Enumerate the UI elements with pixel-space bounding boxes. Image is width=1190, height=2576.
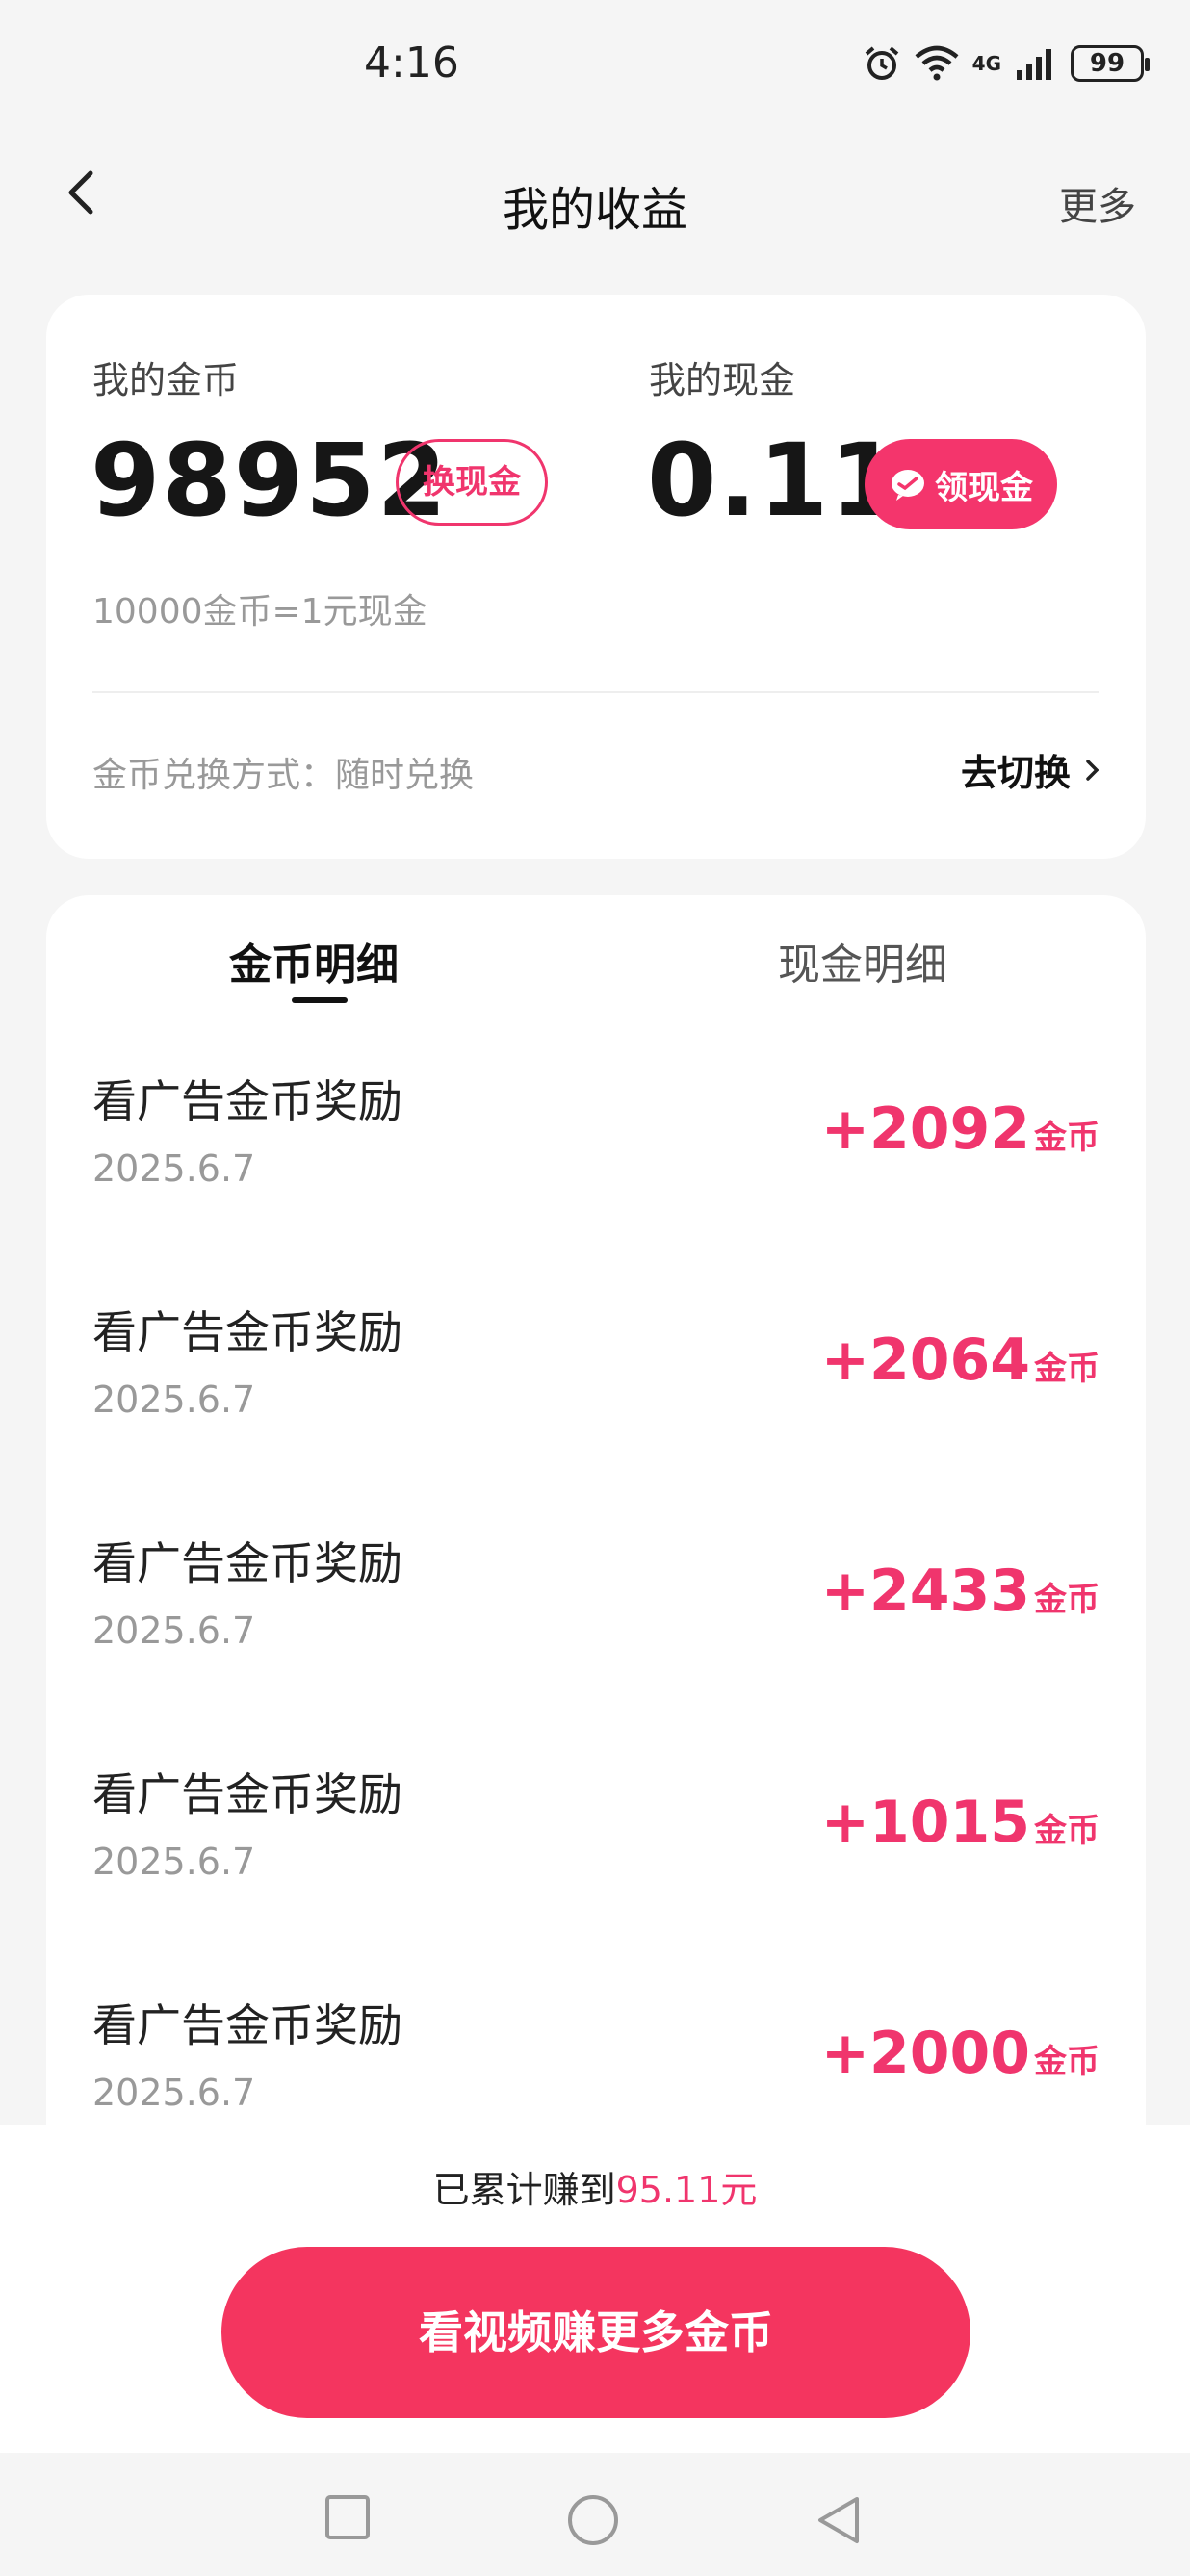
- triangle-back-icon[interactable]: [815, 2493, 863, 2547]
- list-item: 看广告金币奖励 2025.6.7 +1015 金币: [46, 1760, 1146, 1991]
- network-label: 4G: [971, 52, 1001, 75]
- amount-value: +2433: [820, 1558, 1030, 1625]
- list-item: 看广告金币奖励 2025.6.7 +2433 金币: [46, 1529, 1146, 1760]
- list-item-date: 2025.6.7: [92, 1841, 256, 1883]
- wechat-icon: [892, 470, 924, 501]
- amount-unit: 金币: [1034, 1119, 1099, 1157]
- list-item-amount: +2433 金币: [821, 1558, 1099, 1625]
- list-item: 看广告金币奖励 2025.6.7 +2000 金币: [46, 1991, 1146, 2147]
- active-tab-indicator: [292, 997, 348, 1003]
- list-item-title: 看广告金币奖励: [92, 1075, 402, 1127]
- list-item: 看广告金币奖励 2025.6.7 +2092 金币: [46, 1067, 1146, 1298]
- list-item-title: 看广告金币奖励: [92, 1768, 402, 1820]
- status-time: 4:16: [364, 39, 459, 88]
- amount-unit: 金币: [1034, 1350, 1099, 1388]
- withdraw-cash-button[interactable]: 领现金: [865, 439, 1057, 529]
- square-icon[interactable]: [323, 2493, 372, 2541]
- status-icons: 4G 99: [863, 42, 1150, 85]
- amount-unit: 金币: [1034, 2043, 1099, 2081]
- amount-value: +1015: [820, 1789, 1030, 1856]
- chevron-right-icon: [1086, 759, 1099, 781]
- list-item-title: 看广告金币奖励: [92, 1999, 402, 2051]
- more-button[interactable]: 更多: [1059, 175, 1136, 231]
- amount-unit: 金币: [1034, 1812, 1099, 1850]
- switch-method-button[interactable]: 去切换: [961, 743, 1103, 796]
- cash-label: 我的现金: [649, 359, 796, 401]
- amount-unit: 金币: [1034, 1581, 1099, 1619]
- withdraw-cash-label: 领现金: [935, 468, 1033, 507]
- exchange-cash-button[interactable]: 换现金: [396, 439, 548, 526]
- total-earned-prefix: 已累计赚到: [432, 2169, 616, 2211]
- details-card: 金币明细 现金明细 看广告金币奖励 2025.6.7 +2092 金币 看广告金…: [46, 895, 1146, 2147]
- list-item-amount: +2092 金币: [821, 1095, 1099, 1163]
- coins-label: 我的金币: [92, 359, 240, 401]
- list-item-date: 2025.6.7: [92, 1610, 256, 1652]
- amount-value: +2000: [820, 2020, 1030, 2087]
- tab-cash-details[interactable]: 现金明细: [778, 930, 947, 992]
- list-item-amount: +1015 金币: [821, 1789, 1099, 1856]
- list-item-date: 2025.6.7: [92, 1378, 256, 1421]
- list-item: 看广告金币奖励 2025.6.7 +2064 金币: [46, 1298, 1146, 1529]
- switch-method-label: 去切换: [960, 752, 1071, 794]
- list-item-amount: +2064 金币: [821, 1327, 1099, 1394]
- amount-value: +2064: [820, 1327, 1030, 1394]
- status-bar: 4:16 4G 99: [0, 0, 1190, 135]
- tab-coin-details[interactable]: 金币明细: [229, 930, 399, 992]
- alarm-icon: [865, 46, 898, 80]
- list-item-date: 2025.6.7: [92, 2072, 256, 2114]
- list-item-date: 2025.6.7: [92, 1147, 256, 1190]
- cash-value: 0.11: [647, 422, 902, 539]
- wifi-icon: [915, 45, 959, 81]
- system-nav-bar: [0, 2453, 1190, 2576]
- amount-value: +2092: [820, 1095, 1030, 1163]
- divider: [92, 691, 1099, 693]
- list-item-title: 看广告金币奖励: [92, 1537, 402, 1589]
- earnings-card: 我的金币 98952 换现金 我的现金 0.11 领现金 10000金币=1元现…: [46, 295, 1146, 859]
- bottom-bar: 已累计赚到95.11元 看视频赚更多金币: [0, 2125, 1190, 2453]
- battery-icon: 99: [1071, 45, 1150, 82]
- list-item-title: 看广告金币奖励: [92, 1306, 402, 1358]
- page-title: 我的收益: [502, 183, 687, 237]
- total-earned: 已累计赚到95.11元: [0, 2160, 1190, 2213]
- circle-icon[interactable]: [566, 2493, 620, 2547]
- top-nav: 我的收益 更多: [0, 135, 1190, 279]
- exchange-method-text: 金币兑换方式：随时兑换: [92, 756, 475, 795]
- total-earned-value: 95.11元: [615, 2169, 758, 2211]
- exchange-rate-text: 10000金币=1元现金: [92, 592, 427, 631]
- list-item-amount: +2000 金币: [821, 2020, 1099, 2087]
- signal-icon: [1017, 49, 1051, 80]
- watch-video-button[interactable]: 看视频赚更多金币: [221, 2247, 970, 2418]
